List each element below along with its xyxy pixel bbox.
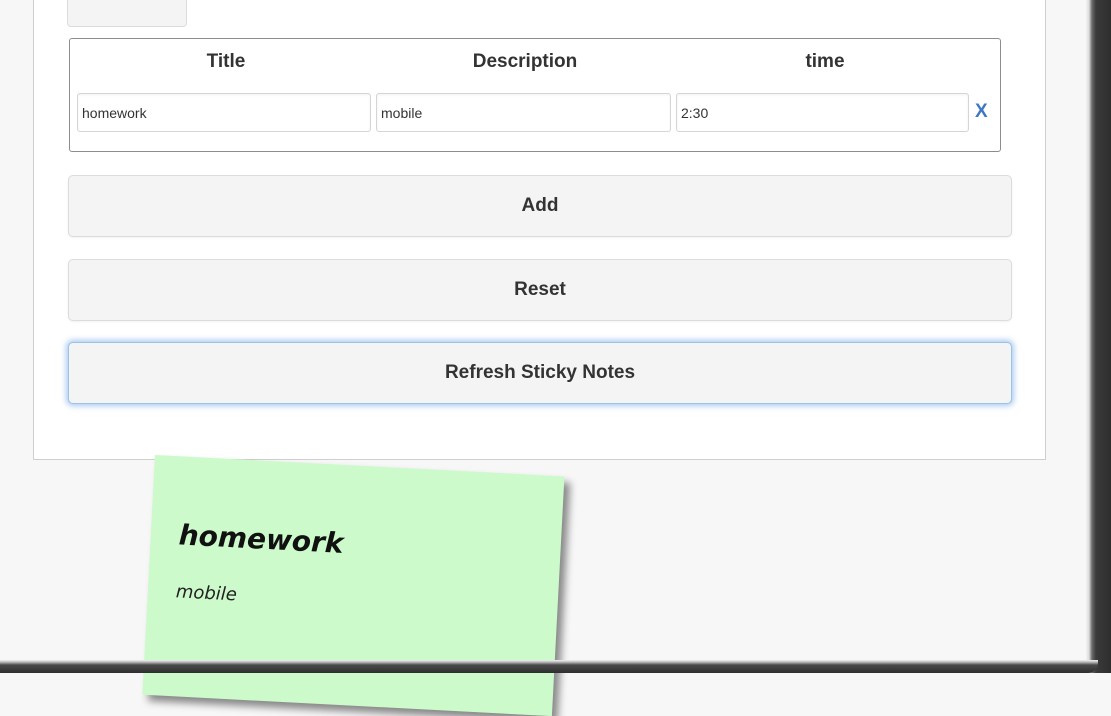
column-header-time: time [805, 51, 845, 72]
sticky-note-body: mobile [175, 581, 238, 606]
top-partial-button[interactable] [67, 0, 187, 27]
remove-row-button[interactable]: X [975, 101, 988, 123]
column-header-description: Description [472, 51, 578, 72]
reset-button[interactable]: Reset [68, 259, 1012, 321]
time-input[interactable] [676, 93, 969, 132]
add-button[interactable]: Add [68, 175, 1012, 237]
window-bottom-edge [0, 660, 1098, 673]
description-input[interactable] [376, 93, 671, 132]
title-input[interactable] [77, 93, 371, 132]
window-right-edge [1086, 0, 1111, 673]
refresh-sticky-notes-button[interactable]: Refresh Sticky Notes [68, 342, 1012, 404]
sticky-note: homework mobile [142, 455, 565, 716]
column-header-title: Title [206, 51, 246, 72]
sticky-note-title: homework [177, 518, 345, 560]
